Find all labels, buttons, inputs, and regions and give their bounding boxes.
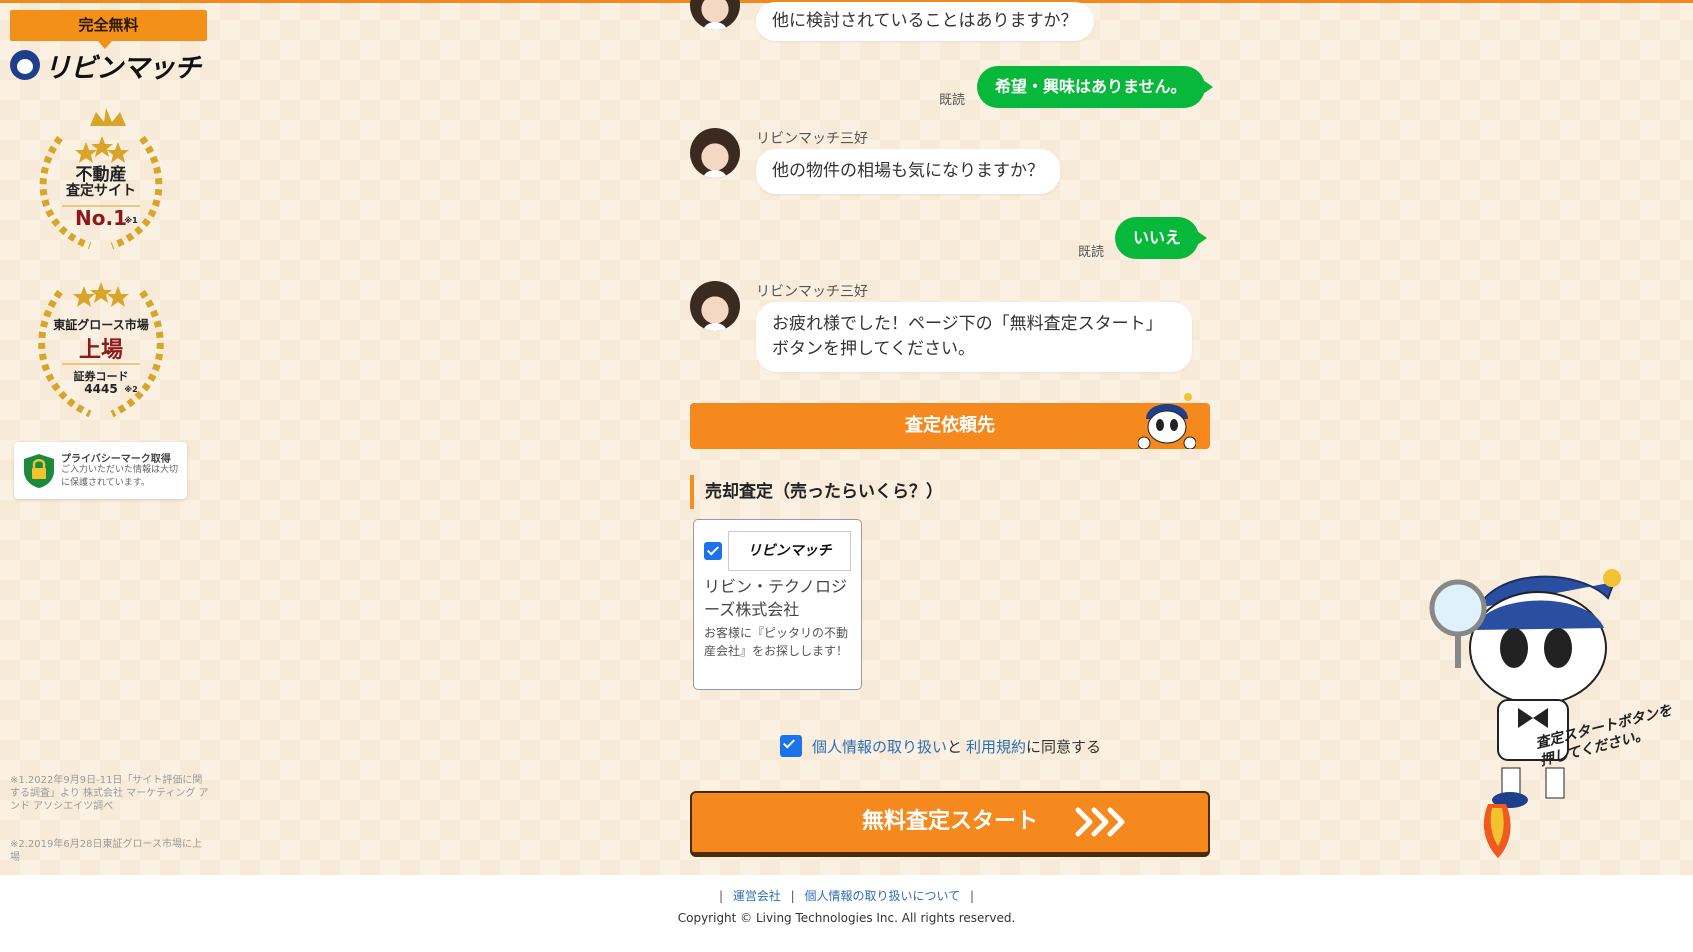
footer-separator: | — [970, 889, 975, 903]
mascot-logo-icon — [10, 50, 40, 80]
privacy-title: プライバシーマーク取得 — [61, 454, 171, 465]
footer-separator: | — [718, 889, 723, 903]
footnote-2: ※2.2019年6月28日東証グロース市場に上場 — [10, 839, 202, 863]
company-logo: リビンマッチ — [728, 531, 851, 571]
section-bar-label: 査定依頼先 — [905, 415, 995, 436]
footer-link-company[interactable]: 運営会社 — [733, 889, 781, 903]
privacy-desc: ご入力いただいた情報は大切に保護されています。 — [61, 465, 179, 488]
start-button-label: 無料査定スタート — [861, 809, 1038, 834]
chat-bubble-question: 他の物件の相場も気になりますか？ — [756, 149, 1060, 194]
privacy-mark-box: プライバシーマーク取得 ご入力いただいた情報は大切に保護されています。 — [14, 442, 187, 499]
chat-bubble-question: 他に検討されていることはありますか？ — [756, 2, 1094, 41]
terms-link[interactable]: 利用規約 — [966, 736, 1026, 757]
award-listing-badge: 東証グロース市場 上場 証券コード 4445 ※2 — [20, 274, 182, 434]
triple-chevron-icon — [1075, 807, 1125, 837]
lock-icon — [24, 454, 54, 488]
logo-text: リビンマッチ — [44, 52, 201, 84]
free-assessment-start-button[interactable]: 無料査定スタート — [690, 791, 1210, 857]
agree-connector: と — [947, 737, 963, 756]
award-note: ※1 — [124, 216, 138, 225]
award-line2: 上場 — [78, 338, 123, 363]
agree-checkbox[interactable] — [780, 735, 802, 757]
chat-bubble-answer: 希望・興味はありません。 — [977, 66, 1213, 108]
footer-separator: | — [790, 889, 795, 903]
copyright: Copyright © Living Technologies Inc. All… — [677, 911, 1016, 925]
read-label: 既読 — [939, 93, 966, 108]
free-badge: 完全無料 — [10, 10, 207, 49]
mascot-illustration: 査定スタートボタンを押してください。 — [1418, 568, 1678, 858]
mascot-peek-icon — [1138, 393, 1196, 449]
avatar — [690, 128, 740, 178]
company-desc: お客様に『ピッタリの不動産会社』をお探しします！ — [704, 626, 849, 658]
request-destination-bar: 査定依頼先 — [690, 393, 1210, 449]
footer-link-privacy[interactable]: 個人情報の取り扱いについて — [805, 889, 961, 903]
agree-tail: に同意する — [1026, 737, 1102, 756]
company-checkbox[interactable] — [704, 542, 722, 560]
award-note: ※2 — [124, 385, 138, 394]
avatar — [690, 0, 740, 30]
company-card[interactable]: リビンマッチ リビン・テクノロジーズ株式会社 お客様に『ピッタリの不動産会社』を… — [693, 519, 862, 690]
company-name: リビン・テクノロジーズ株式会社 — [704, 577, 848, 619]
read-label: 既読 — [1078, 245, 1105, 260]
footer: | 運営会社 | 個人情報の取り扱いについて | Copyright © Liv… — [0, 875, 1693, 952]
speaker-name: リビンマッチ三好 — [756, 284, 868, 300]
site-logo[interactable]: リビンマッチ — [10, 48, 210, 84]
footnote-1: ※1.2022年9月9日-11日「サイト評価に関する調査」より 株式会社 マーケ… — [10, 775, 209, 812]
chat-bubble-instruction: お疲れ様でした！ページ下の「無料査定スタート」ボタンを押してください。 — [756, 302, 1192, 372]
footer-links: | 運営会社 | 個人情報の取り扱いについて | — [0, 887, 1693, 904]
award-line2: 査定サイト — [66, 183, 136, 199]
sidebar: 完全無料 リビンマッチ 不動産 査定サイト No.1 ※1 東証グロース市場 上… — [0, 0, 220, 880]
speaker-name: リビンマッチ三好 — [756, 131, 868, 147]
agreement-row: 個人情報の取り扱い と 利用規約 に同意する — [780, 734, 1101, 758]
privacy-policy-link[interactable]: 個人情報の取り扱い — [812, 736, 947, 757]
chat-bubble-answer: いいえ — [1115, 217, 1208, 259]
sell-assessment-heading: 売却査定（売ったらいくら？） — [690, 475, 943, 509]
award-line1: 東証グロース市場 — [53, 318, 149, 332]
avatar — [690, 281, 740, 331]
award-no1-badge: 不動産 査定サイト No.1 ※1 — [20, 98, 182, 258]
